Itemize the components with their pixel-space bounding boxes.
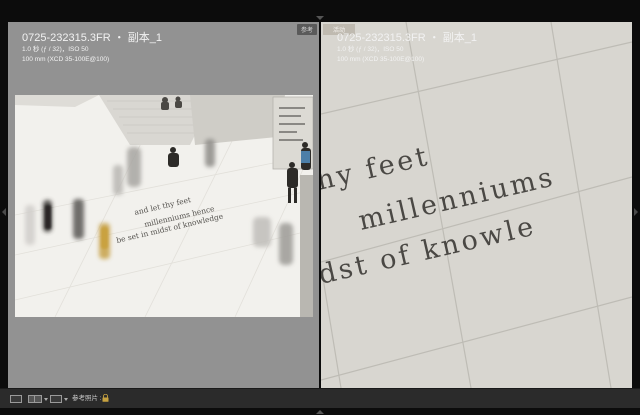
reference-view-split: [34, 396, 35, 402]
right-panel-toggle-icon[interactable]: [634, 208, 638, 216]
reference-tag: 参考: [296, 24, 317, 35]
right-panel-strip: [632, 22, 640, 388]
reference-view-icon[interactable]: [28, 395, 42, 403]
reference-filename: 0725-232315.3FR ・ 副本_1: [22, 32, 163, 44]
compare-view-icon[interactable]: [50, 395, 62, 403]
reference-photo-label: 参考照片 :: [72, 395, 102, 402]
active-photo[interactable]: hy feet millenniums dst of knowle: [321, 22, 632, 388]
reference-exposure: 1.0 秒 (ƒ / 32)，ISO 50: [22, 46, 89, 53]
active-lens: 100 mm (XCD 35-100E@100): [337, 56, 425, 63]
top-panel-toggle-icon[interactable]: [316, 16, 324, 20]
loupe-view-icon[interactable]: [10, 395, 22, 403]
reference-photo-image: and let thy feet millenniums hence be se…: [15, 95, 313, 317]
active-pane[interactable]: hy feet millenniums dst of knowle 活动 072…: [321, 22, 632, 388]
reference-lens: 100 mm (XCD 35-100E@100): [22, 56, 110, 63]
active-photo-image: hy feet millenniums dst of knowle: [321, 22, 632, 388]
reference-photo[interactable]: and let thy feet millenniums hence be se…: [15, 95, 313, 317]
left-panel-toggle-icon[interactable]: [2, 208, 6, 216]
reference-info: 0725-232315.3FR ・ 副本_1 1.0 秒 (ƒ / 32)，IS…: [22, 32, 162, 65]
active-filename: 0725-232315.3FR ・ 副本_1: [337, 32, 478, 44]
left-panel-strip: [0, 22, 8, 388]
compare-view-dropdown-icon[interactable]: [64, 398, 68, 401]
reference-view-dropdown-icon[interactable]: [44, 398, 48, 401]
bottom-toolbar: 参考照片 :: [0, 388, 640, 409]
reference-pane[interactable]: 参考 0725-232315.3FR ・ 副本_1 1.0 秒 (ƒ / 32)…: [8, 22, 319, 388]
lock-icon[interactable]: [102, 394, 109, 402]
bottom-panel-toggle-icon[interactable]: [316, 410, 324, 414]
active-info: 0725-232315.3FR ・ 副本_1 1.0 秒 (ƒ / 32)，IS…: [337, 32, 477, 65]
active-exposure: 1.0 秒 (ƒ / 32)，ISO 50: [337, 46, 404, 53]
